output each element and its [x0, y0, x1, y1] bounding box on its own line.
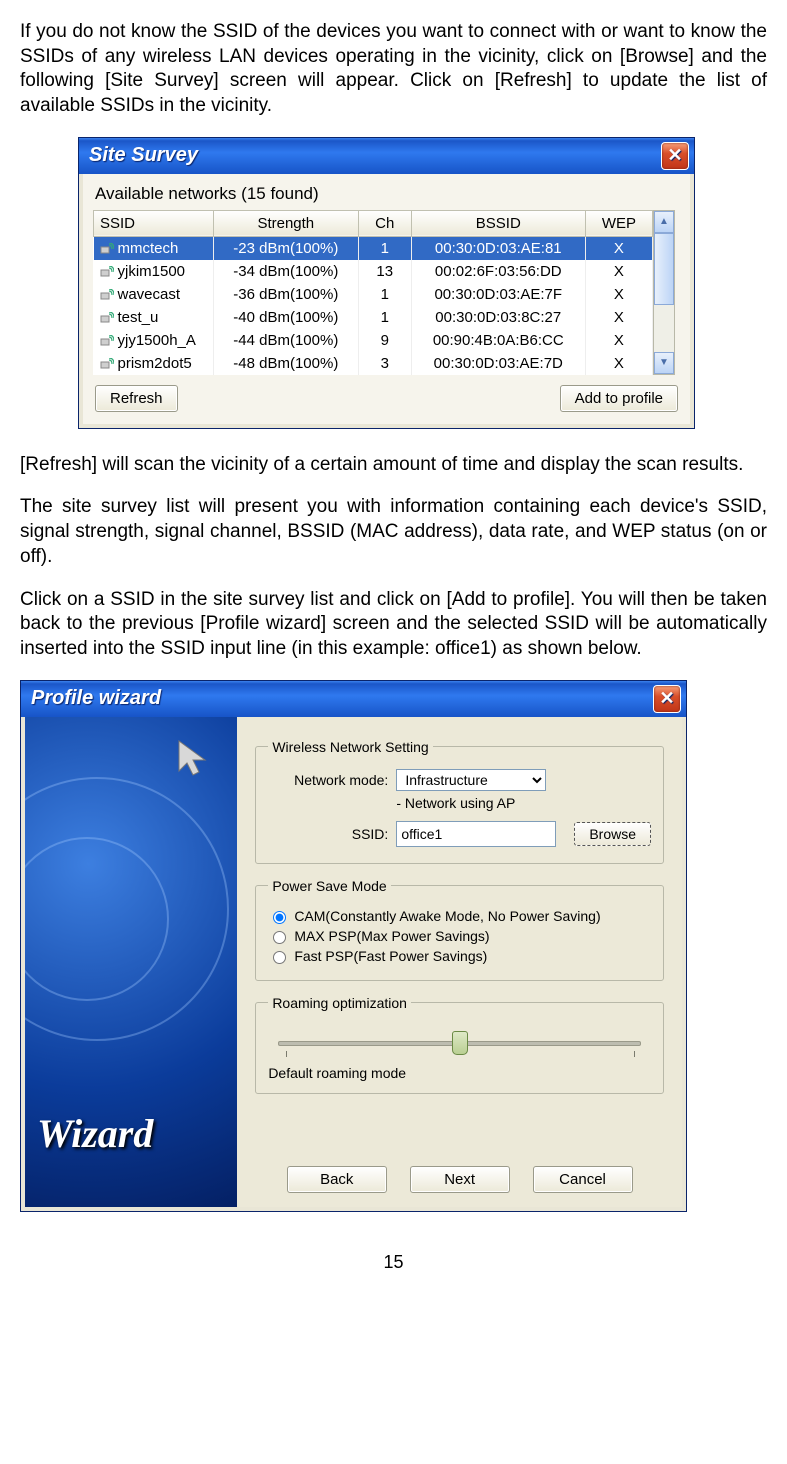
power-cam-label: CAM(Constantly Awake Mode, No Power Savi…	[294, 908, 600, 924]
wireless-network-group: Wireless Network Setting Network mode: I…	[255, 739, 664, 864]
network-icon	[100, 266, 114, 278]
network-icon	[100, 243, 114, 255]
site-survey-titlebar[interactable]: Site Survey ✕	[79, 138, 694, 174]
wireless-network-legend: Wireless Network Setting	[268, 739, 432, 755]
site-survey-window: Site Survey ✕ Available networks (15 fou…	[78, 137, 695, 429]
scroll-down-icon[interactable]: ▼	[654, 352, 674, 374]
table-row[interactable]: test_u-40 dBm(100%)100:30:0D:03:8C:27X	[94, 306, 653, 329]
power-cam-radio[interactable]	[273, 911, 286, 924]
add-to-profile-button[interactable]: Add to profile	[560, 385, 678, 412]
roaming-legend: Roaming optimization	[268, 995, 411, 1011]
power-max-label: MAX PSP(Max Power Savings)	[294, 928, 489, 944]
power-save-group: Power Save Mode CAM(Constantly Awake Mod…	[255, 878, 664, 981]
cancel-button[interactable]: Cancel	[533, 1166, 633, 1193]
power-max-radio[interactable]	[273, 931, 286, 944]
next-button[interactable]: Next	[410, 1166, 510, 1193]
ssid-label: SSID:	[268, 826, 388, 842]
profile-wizard-title: Profile wizard	[31, 687, 161, 710]
profile-wizard-window: Profile wizard ✕ Wizard Wireless Network…	[20, 680, 687, 1212]
col-ssid[interactable]: SSID	[94, 210, 214, 236]
scroll-up-icon[interactable]: ▲	[654, 211, 674, 233]
page-number: 15	[20, 1252, 767, 1273]
network-icon	[100, 289, 114, 301]
network-mode-sub: - Network using AP	[396, 795, 515, 811]
col-bssid[interactable]: BSSID	[411, 210, 585, 236]
col-channel[interactable]: Ch	[358, 210, 411, 236]
paragraph-2: [Refresh] will scan the vicinity of a ce…	[20, 453, 767, 478]
refresh-button[interactable]: Refresh	[95, 385, 178, 412]
back-button[interactable]: Back	[287, 1166, 387, 1193]
table-row[interactable]: yjkim1500-34 dBm(100%)1300:02:6F:03:56:D…	[94, 260, 653, 283]
profile-wizard-titlebar[interactable]: Profile wizard ✕	[21, 681, 686, 717]
col-strength[interactable]: Strength	[213, 210, 358, 236]
paragraph-3: The site survey list will present you wi…	[20, 495, 767, 569]
wizard-sidebar: Wizard	[25, 717, 237, 1207]
networks-table[interactable]: SSID Strength Ch BSSID WEP mmctech-23 dB…	[93, 210, 653, 375]
site-survey-title: Site Survey	[89, 144, 198, 167]
scroll-thumb[interactable]	[654, 233, 674, 305]
roaming-label: Default roaming mode	[268, 1065, 651, 1081]
table-row[interactable]: mmctech-23 dBm(100%)100:30:0D:03:AE:81X	[94, 236, 653, 260]
network-mode-select[interactable]: Infrastructure	[396, 769, 546, 791]
ssid-input[interactable]	[396, 821, 556, 847]
available-networks-label: Available networks (15 found)	[95, 184, 680, 204]
table-row[interactable]: yjy1500h_A-44 dBm(100%)900:90:4B:0A:B6:C…	[94, 329, 653, 352]
cursor-icon	[173, 737, 217, 781]
network-icon	[100, 335, 114, 347]
network-icon	[100, 358, 114, 370]
power-fast-label: Fast PSP(Fast Power Savings)	[294, 948, 487, 964]
roaming-group: Roaming optimization Default roaming mod…	[255, 995, 664, 1094]
network-icon	[100, 312, 114, 324]
close-icon[interactable]: ✕	[653, 685, 681, 713]
close-icon[interactable]: ✕	[661, 142, 689, 170]
roaming-slider[interactable]	[278, 1027, 641, 1061]
scrollbar[interactable]: ▲ ▼	[653, 210, 675, 375]
table-row[interactable]: wavecast-36 dBm(100%)100:30:0D:03:AE:7FX	[94, 283, 653, 306]
wizard-brand-text: Wizard	[37, 1110, 153, 1157]
paragraph-1: If you do not know the SSID of the devic…	[20, 20, 767, 119]
col-wep[interactable]: WEP	[585, 210, 652, 236]
paragraph-4: Click on a SSID in the site survey list …	[20, 588, 767, 662]
table-row[interactable]: prism2dot5-48 dBm(100%)300:30:0D:03:AE:7…	[94, 352, 653, 375]
slider-thumb-icon[interactable]	[452, 1031, 468, 1055]
browse-button[interactable]: Browse	[574, 822, 651, 846]
power-save-legend: Power Save Mode	[268, 878, 390, 894]
network-mode-label: Network mode:	[268, 772, 388, 788]
power-fast-radio[interactable]	[273, 951, 286, 964]
